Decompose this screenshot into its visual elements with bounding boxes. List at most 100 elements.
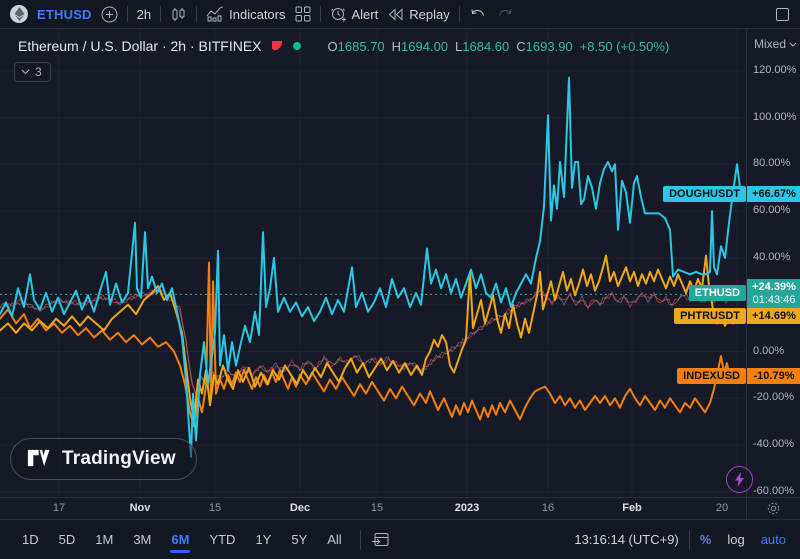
go-to-date-icon[interactable] xyxy=(371,531,390,548)
price-scale-mode-button[interactable]: Mixed xyxy=(754,37,797,51)
symbol-title[interactable]: Ethereum / U.S. Dollar · 2h · BITFINEX xyxy=(18,38,262,54)
change-value: +8.50 (+0.50%) xyxy=(580,39,670,54)
range-button-all[interactable]: All xyxy=(319,528,349,551)
time-axis-label: 16 xyxy=(542,502,554,514)
symbol-button[interactable]: ETHUSD xyxy=(37,7,92,22)
series-value-tag-DOUGHUSDT: +66.67% xyxy=(747,186,800,202)
toolbar-divider xyxy=(459,6,460,22)
low-value: 1684.60 xyxy=(462,39,509,54)
time-axis-label: 20 xyxy=(716,502,728,514)
series-value-tag-ETHUSD: +24.39%01:43:46 xyxy=(747,279,800,309)
series-name-tag-PHTRUSDT: PHTRUSDT xyxy=(674,308,746,324)
redo-icon[interactable] xyxy=(496,7,514,21)
date-range-buttons: 1D5D1M3M6MYTD1Y5YAll xyxy=(14,528,350,551)
bitfinex-logo-icon xyxy=(270,39,284,53)
symbol-info-row: Ethereum / U.S. Dollar · 2h · BITFINEX O… xyxy=(18,38,669,54)
range-button-5y[interactable]: 5Y xyxy=(283,528,315,551)
series-value-tag-PHTRUSDT: +14.69% xyxy=(747,308,800,324)
lightning-icon xyxy=(734,472,745,487)
price-tick-label: 60.00% xyxy=(753,204,790,216)
auto-scale-button[interactable]: auto xyxy=(761,532,786,547)
range-button-3m[interactable]: 3M xyxy=(125,528,159,551)
range-button-5d[interactable]: 5D xyxy=(51,528,84,551)
range-button-1d[interactable]: 1D xyxy=(14,528,47,551)
series-name-tag-DOUGHUSDT: DOUGHUSDT xyxy=(663,186,746,202)
price-tick-label: -40.00% xyxy=(753,438,794,450)
toolbar-divider xyxy=(689,530,690,550)
compare-add-icon[interactable] xyxy=(101,6,118,23)
range-button-6m[interactable]: 6M xyxy=(163,528,197,551)
ethereum-logo-icon xyxy=(10,5,28,23)
price-tick-label: 40.00% xyxy=(753,251,790,263)
close-value: 1693.90 xyxy=(526,39,573,54)
layout-grid-icon[interactable] xyxy=(295,6,311,22)
time-axis-label: Dec xyxy=(290,502,310,514)
series-value-label: +24.39% xyxy=(747,281,800,294)
tradingview-app: ETHUSD 2h Indicators Alert xyxy=(0,0,800,559)
indicators-icon xyxy=(206,6,224,22)
alarm-clock-icon xyxy=(330,6,347,23)
object-tree-collapse-button[interactable]: 3 xyxy=(14,62,51,82)
toolbar-divider xyxy=(160,6,161,22)
high-value: 1694.00 xyxy=(401,39,448,54)
chart-row: Ethereum / U.S. Dollar · 2h · BITFINEX O… xyxy=(0,29,800,497)
chart-canvas[interactable] xyxy=(0,29,746,497)
series-value-tag-INDEXUSD: -10.79% xyxy=(747,368,800,384)
time-axis[interactable]: 17Nov15Dec15202316Feb20 xyxy=(0,497,746,519)
price-tick-label: 0.00% xyxy=(753,345,784,357)
toolbar-divider xyxy=(320,6,321,22)
range-button-1m[interactable]: 1M xyxy=(87,528,121,551)
series-name-tag-ETHUSD: ETHUSD xyxy=(689,285,746,301)
series-name-tag-INDEXUSD: INDEXUSD xyxy=(677,368,746,384)
bar-countdown-label: 01:43:46 xyxy=(747,294,800,307)
chevron-down-icon xyxy=(789,42,797,47)
price-tick-label: -20.00% xyxy=(753,391,794,403)
range-button-1y[interactable]: 1Y xyxy=(247,528,279,551)
chart-pane[interactable]: Ethereum / U.S. Dollar · 2h · BITFINEX O… xyxy=(0,29,746,497)
percent-scale-button[interactable]: % xyxy=(700,532,712,547)
axis-settings-corner[interactable] xyxy=(746,497,800,519)
price-tick-label: 120.00% xyxy=(753,64,796,76)
alert-button[interactable]: Alert xyxy=(330,6,379,23)
price-tick-label: -60.00% xyxy=(753,485,794,497)
time-axis-label: 15 xyxy=(209,502,221,514)
price-tick-label: 80.00% xyxy=(753,157,790,169)
tradingview-logo[interactable]: TradingView xyxy=(10,438,197,480)
time-axis-label: 17 xyxy=(53,502,65,514)
market-status-dot xyxy=(292,41,302,51)
price-axis[interactable]: Mixed 120.00% 100.00% 80.00% 60.00% 40.00% 0.… xyxy=(746,29,800,497)
time-axis-label: 2023 xyxy=(455,502,479,514)
time-axis-label: 15 xyxy=(371,502,383,514)
toolbar-divider xyxy=(127,6,128,22)
open-value: 1685.70 xyxy=(338,39,385,54)
close-label: C xyxy=(516,39,525,54)
replay-button[interactable]: Replay xyxy=(387,7,449,22)
high-label: H xyxy=(392,39,401,54)
toolbar-divider xyxy=(360,530,361,550)
time-axis-label: Nov xyxy=(130,502,151,514)
tradingview-logo-icon xyxy=(27,449,53,469)
low-label: L xyxy=(455,39,462,54)
series-line-INDEXUSD xyxy=(0,263,745,427)
toolbar-divider xyxy=(196,6,197,22)
ohlc-values: O1685.70 H1694.00 L1684.60 C1693.90 +8.5… xyxy=(328,39,670,54)
replay-rewind-icon xyxy=(387,7,404,22)
open-label: O xyxy=(328,39,338,54)
undo-icon[interactable] xyxy=(469,7,487,21)
top-toolbar: ETHUSD 2h Indicators Alert xyxy=(0,0,800,29)
scale-buttons: % log auto xyxy=(700,532,786,547)
chevron-down-icon xyxy=(21,69,30,75)
range-button-ytd[interactable]: YTD xyxy=(201,528,243,551)
bottom-axis-row: 17Nov15Dec15202316Feb20 xyxy=(0,497,800,519)
gear-icon[interactable] xyxy=(766,501,781,516)
price-tick-label: 100.00% xyxy=(753,111,796,123)
series-line-DOUGHUSDT xyxy=(0,78,745,457)
interval-button[interactable]: 2h xyxy=(137,7,151,22)
lightning-boost-button[interactable] xyxy=(726,466,753,493)
indicators-button[interactable]: Indicators xyxy=(206,6,285,22)
clock-utc[interactable]: 13:16:14 (UTC+9) xyxy=(574,532,678,547)
chart-style-candles-icon[interactable] xyxy=(170,6,187,23)
fullscreen-icon[interactable] xyxy=(775,7,790,22)
bottom-toolbar: 1D5D1M3M6MYTD1Y5YAll 13:16:14 (UTC+9) % … xyxy=(0,519,800,559)
log-scale-button[interactable]: log xyxy=(727,532,744,547)
